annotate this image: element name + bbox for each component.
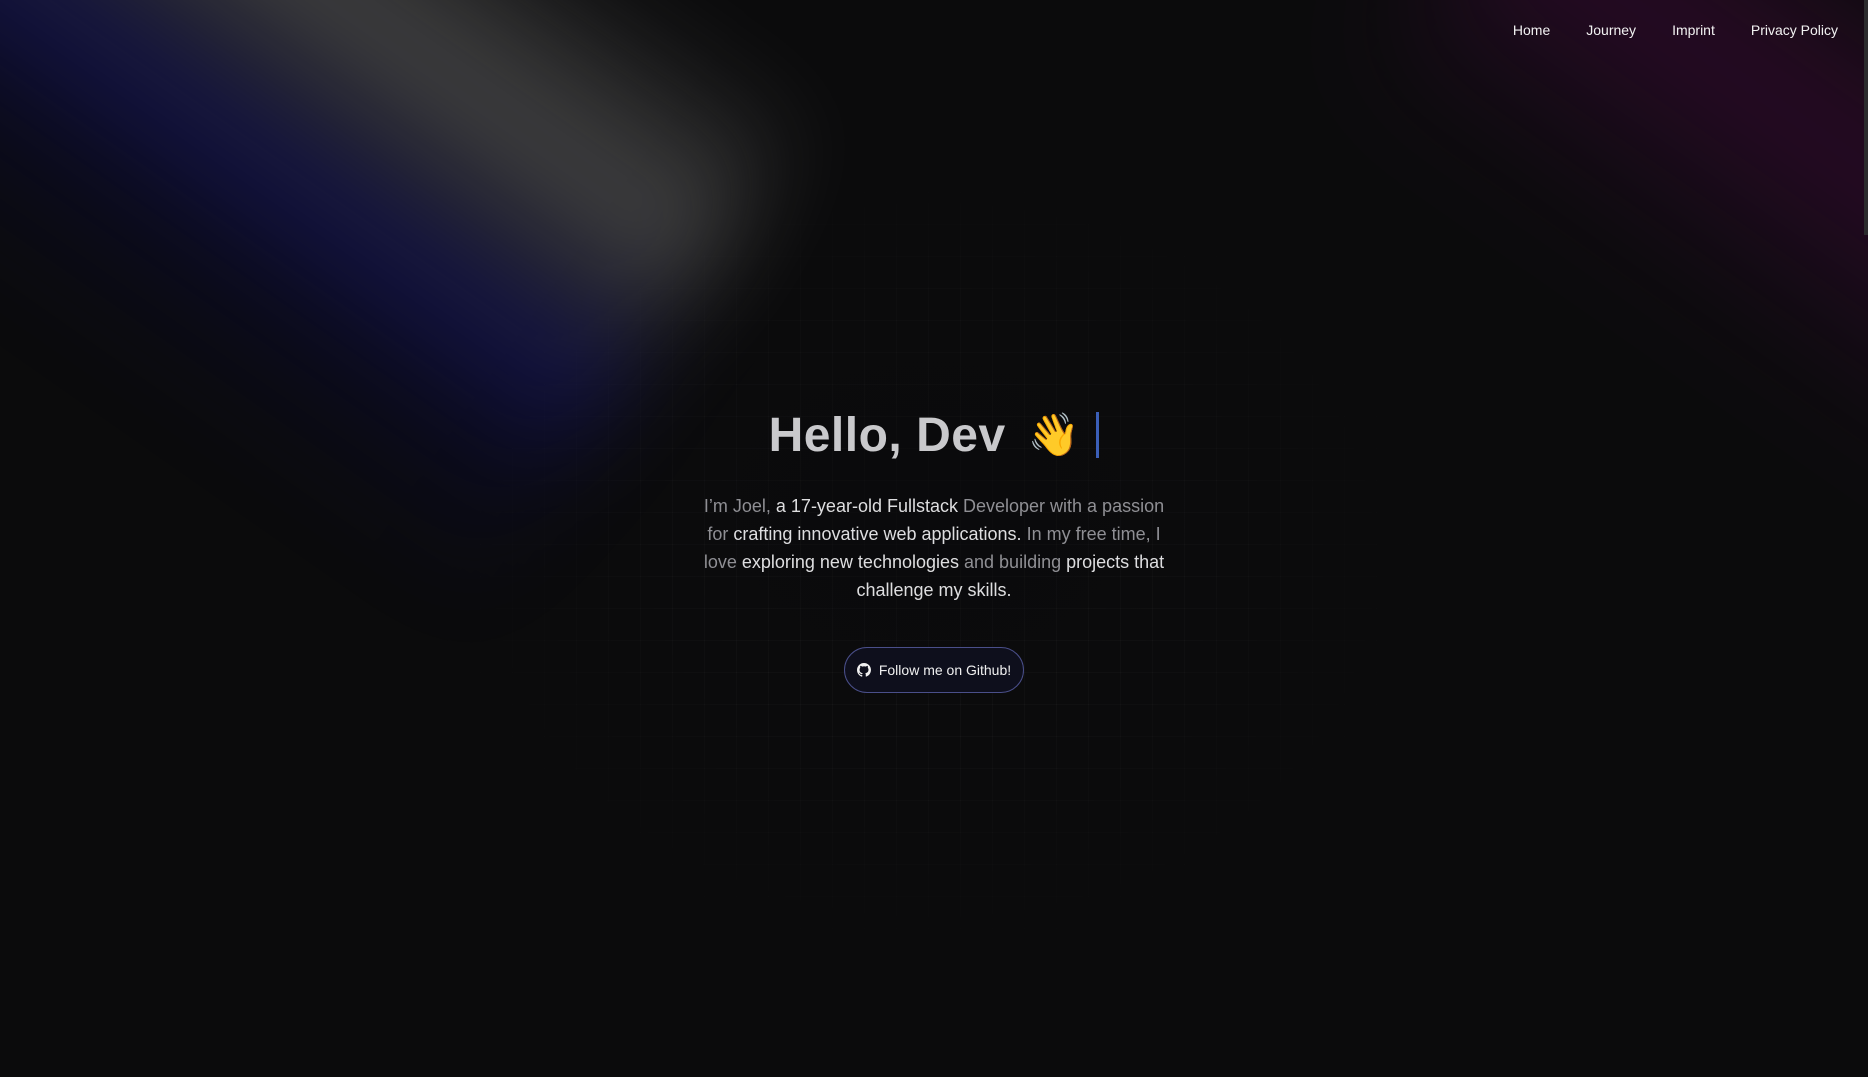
follow-github-button[interactable]: Follow me on Github! xyxy=(843,647,1025,693)
page: Home Journey Imprint Privacy Policy Hell… xyxy=(0,0,1868,1077)
bio-paragraph: I’m Joel, a 17-year-old Fullstack Develo… xyxy=(699,492,1169,604)
headline: Hello, Dev 👋 xyxy=(769,400,1100,470)
typing-caret xyxy=(1096,412,1100,458)
follow-github-label: Follow me on Github! xyxy=(878,662,1012,678)
hero: Hello, Dev 👋 I’m Joel, a 17-year-old Ful… xyxy=(0,400,1868,693)
bio-segment: I’m Joel, xyxy=(703,496,776,516)
nav-home-link[interactable]: Home xyxy=(1513,22,1550,38)
bio-highlight: a 17-year-old Fullstack xyxy=(775,496,958,516)
scrollbar[interactable] xyxy=(1864,0,1868,235)
bio-segment: and building xyxy=(959,552,1067,572)
waving-hand-icon: 👋 xyxy=(1027,410,1081,458)
bio-highlight: crafting innovative web applications. xyxy=(733,524,1022,544)
top-nav: Home Journey Imprint Privacy Policy xyxy=(1513,22,1838,38)
bio-highlight: exploring new technologies xyxy=(741,552,960,572)
nav-journey-link[interactable]: Journey xyxy=(1586,22,1636,38)
github-icon xyxy=(856,663,871,677)
nav-privacy-policy-link[interactable]: Privacy Policy xyxy=(1751,22,1838,38)
nav-imprint-link[interactable]: Imprint xyxy=(1672,22,1715,38)
headline-text: Hello, Dev xyxy=(768,408,1006,462)
